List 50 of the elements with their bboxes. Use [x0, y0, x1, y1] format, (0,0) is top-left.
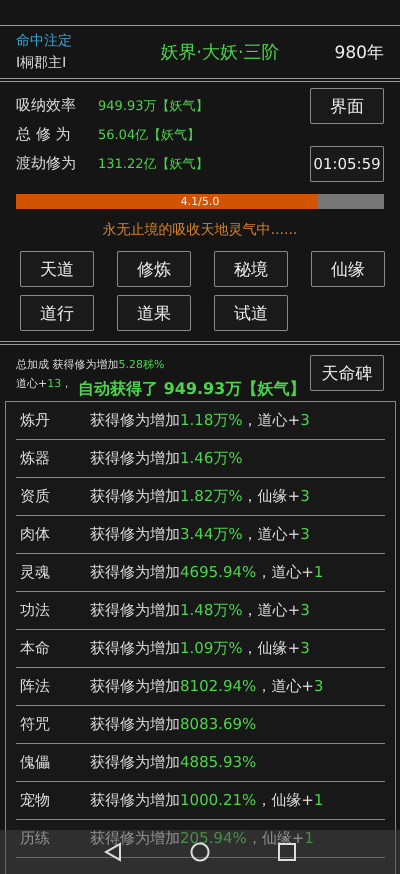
- row-name: 傀儡: [19, 753, 51, 772]
- years-label: 980年: [334, 42, 384, 64]
- row-text: 获得修为增加1.09万%，仙缘+3: [90, 639, 310, 658]
- character-name: I桐郡主I: [16, 54, 68, 72]
- home-icon[interactable]: [190, 842, 210, 862]
- row-name: 肉体: [19, 525, 51, 544]
- title-tag: 命中注定: [16, 32, 126, 50]
- row-text: 获得修为增加1000.21%，仙缘+1: [90, 791, 324, 810]
- row-name: 符咒: [19, 715, 51, 734]
- interface-button[interactable]: 界面: [310, 88, 384, 124]
- timer-button[interactable]: 01:05:59: [310, 146, 384, 182]
- progress-reading: 4.1/5.0: [180, 194, 220, 209]
- row-text: 获得修为增加1.48万%，道心+3: [90, 601, 310, 620]
- menu-button[interactable]: 修炼: [117, 251, 191, 287]
- row-name: 功法: [19, 601, 51, 620]
- stat-value: 949.93万【妖气】: [98, 98, 208, 114]
- row-name: 宠物: [19, 791, 51, 810]
- row-name: 资质: [19, 487, 51, 506]
- menu-button[interactable]: 道果: [117, 295, 191, 331]
- row-name: 本命: [19, 639, 51, 658]
- stele-button[interactable]: 天命碑: [310, 355, 384, 391]
- dao-heart-text: 道心+13，: [16, 376, 72, 391]
- stat-label: 渡劫修为: [16, 154, 77, 173]
- row-text: 获得修为增加1.18万%，道心+3: [90, 411, 310, 430]
- row-name: 炼丹: [19, 411, 51, 430]
- row-text: 获得修为增加4885.93%: [90, 753, 256, 772]
- status-text: 永无止境的吸收天地灵气中......: [102, 221, 298, 239]
- menu-button[interactable]: 仙缘: [311, 251, 385, 287]
- row-text: 获得修为增加1.82万%，仙缘+3: [90, 487, 310, 506]
- row-name: 炼器: [19, 449, 51, 468]
- stat-value: 56.04亿【妖气】: [98, 126, 200, 144]
- menu-button[interactable]: 道行: [20, 295, 94, 331]
- stat-label: 总 修 为: [16, 125, 72, 144]
- row-text: 获得修为增加1.46万%: [90, 449, 243, 468]
- recents-icon[interactable]: [278, 843, 296, 861]
- row-text: 获得修为增加8083.69%: [90, 715, 256, 734]
- toast-message: 自动获得了 949.93万【妖气】: [78, 379, 306, 400]
- menu-button[interactable]: 秘境: [214, 251, 288, 287]
- menu-button[interactable]: 试道: [214, 295, 288, 331]
- row-name: 灵魂: [19, 563, 51, 582]
- realm-title: 妖界·大妖·三阶: [159, 41, 281, 64]
- row-text: 获得修为增加3.44万%，道心+3: [90, 525, 310, 544]
- bonus-text: 总加成 获得修为增加5.28秭%: [16, 357, 164, 372]
- stat-value: 131.22亿【妖气】: [98, 156, 208, 172]
- row-text: 获得修为增加4695.94%，道心+1: [90, 563, 324, 582]
- row-name: 历练: [19, 829, 51, 848]
- stat-label: 吸纳效率: [16, 96, 77, 115]
- row-text: 获得修为增加8102.94%，道心+3: [90, 677, 324, 696]
- menu-button[interactable]: 天道: [20, 251, 94, 287]
- row-name: 阵法: [19, 677, 51, 696]
